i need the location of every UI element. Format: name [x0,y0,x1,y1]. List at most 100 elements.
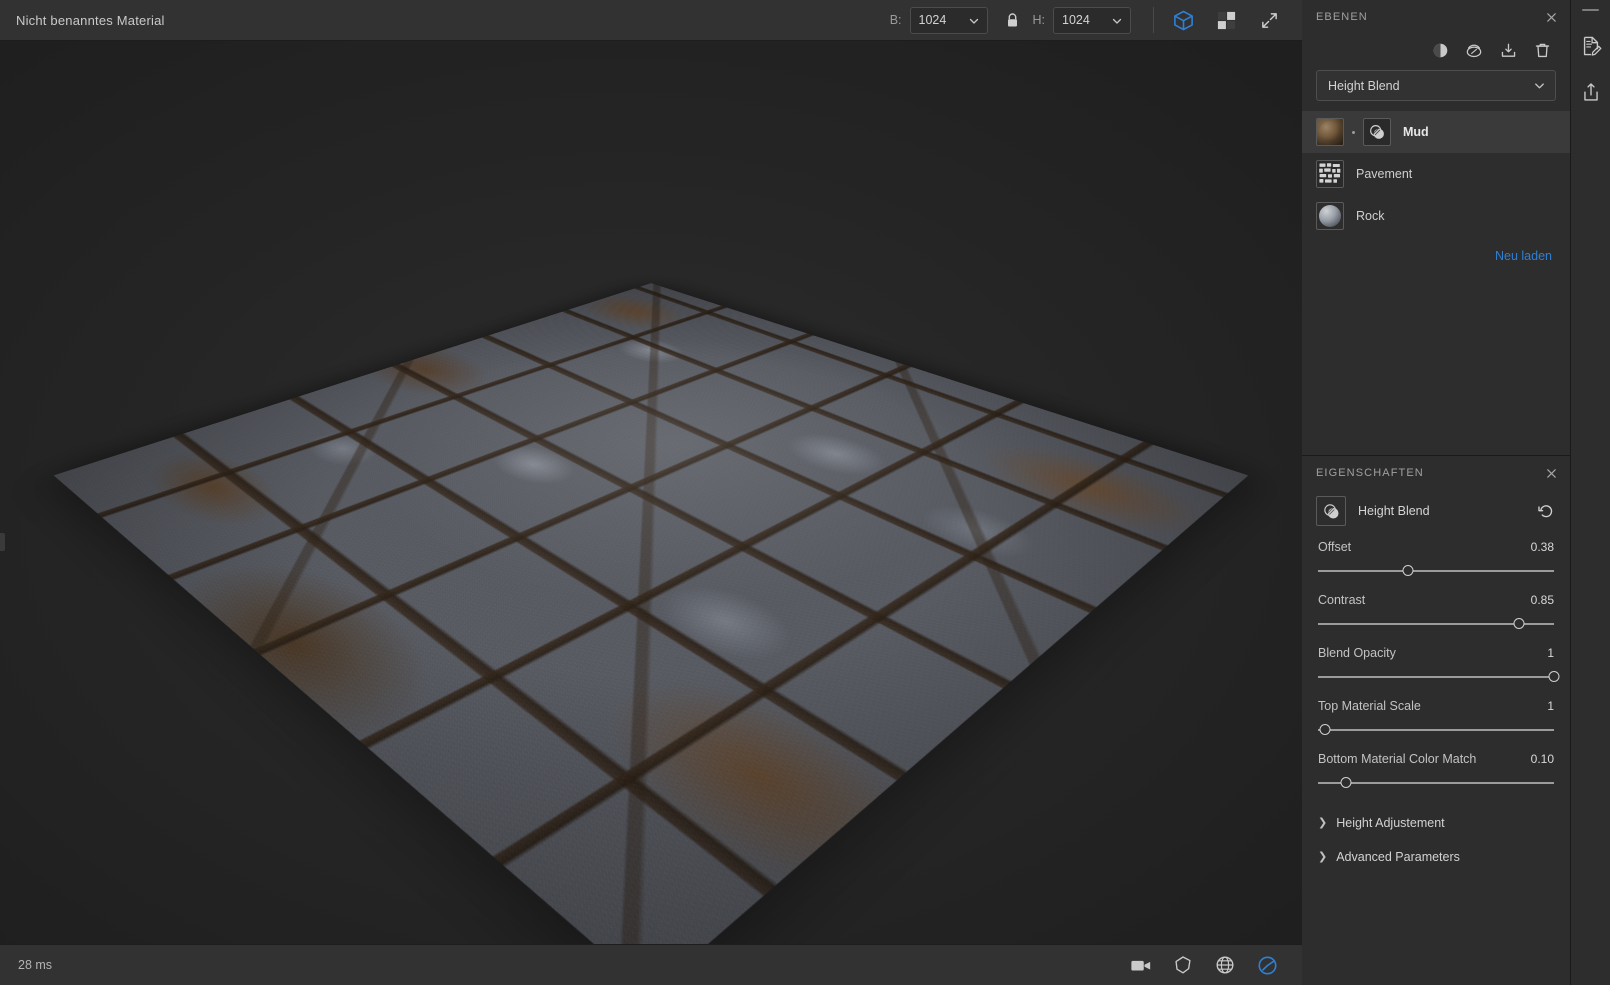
close-icon[interactable] [1542,8,1560,26]
main-area: Nicht benanntes Material B: 1024 H: 1024… [0,0,1302,985]
sphere-preview [1319,121,1341,143]
slider-label: Contrast [1318,593,1366,607]
slider-knob[interactable] [1513,618,1525,629]
adjustment-half-circle-icon[interactable] [1430,40,1450,60]
properties-header-row: Height Blend [1302,490,1570,540]
height-label: H: [1032,13,1046,27]
slider-offset: Offset 0.38 [1302,540,1570,576]
blend-mode-value: Height Blend [1328,78,1400,93]
render-time: 28 ms [18,958,53,972]
slider-label: Offset [1318,540,1352,554]
slider-knob[interactable] [1402,565,1414,576]
height-value: 1024 [1062,13,1090,27]
slider-knob[interactable] [1340,777,1352,788]
slider-value: 1 [1547,646,1554,660]
slider-track[interactable] [1318,671,1560,682]
properties-panel: EIGENSCHAFTEN Height Blend Offset 0.38 C… [1302,456,1570,985]
close-icon[interactable] [1542,464,1560,482]
slider-top-row: Bottom Material Color Match 0.10 [1318,752,1554,766]
list-item[interactable]: Rock [1302,195,1570,237]
slider-blend-opacity: Blend Opacity 1 [1302,646,1570,682]
slider-track-line [1318,676,1554,678]
section-label: Height Adjustement [1336,816,1445,830]
layers-panel-header: EBENEN [1302,0,1570,34]
mesh-shape-icon[interactable] [1168,950,1198,980]
chevron-right-icon: ❯ [1318,850,1328,863]
width-value: 1024 [918,13,947,27]
viewport-3d[interactable] [0,41,1302,944]
slider-track[interactable] [1318,565,1554,576]
slider-value: 1 [1547,699,1554,713]
width-select[interactable]: 1024 [909,6,988,34]
dimensions-group: B: 1024 H: 1024 [890,6,1135,34]
slider-label: Top Material Scale [1318,699,1421,713]
slider-value: 0.85 [1530,593,1554,607]
slider-label: Blend Opacity [1318,646,1396,660]
properties-panel-title: EIGENSCHAFTEN [1316,467,1424,479]
slider-track-line [1318,729,1554,731]
right-panel-column: EBENEN Height Blend Mud Pavement Rock Ne… [1302,0,1570,985]
slider-bottom-material-color-match: Bottom Material Color Match 0.10 [1302,752,1570,788]
slider-knob[interactable] [1548,671,1560,682]
section-height-adjustement[interactable]: ❯ Height Adjustement [1302,807,1570,839]
slider-track-line [1318,570,1554,572]
slider-top-row: Top Material Scale 1 [1318,699,1554,713]
slider-top-row: Blend Opacity 1 [1318,646,1554,660]
properties-effect-name: Height Blend [1358,504,1430,518]
right-rail [1570,0,1610,985]
top-toolbar: Nicht benanntes Material B: 1024 H: 1024 [0,0,1302,41]
document-title: Nicht benanntes Material [16,12,165,28]
drag-grip[interactable] [1582,9,1599,11]
section-advanced-parameters[interactable]: ❯ Advanced Parameters [1302,841,1570,873]
render-mode-icon[interactable] [1252,950,1282,980]
layers-panel: EBENEN Height Blend Mud Pavement Rock Ne… [1302,0,1570,456]
section-label: Advanced Parameters [1336,850,1460,864]
lock-icon[interactable] [1005,12,1020,29]
height-blend-mask-icon[interactable] [1363,118,1391,146]
slider-label: Bottom Material Color Match [1318,752,1477,766]
sphere-preview [1319,205,1341,227]
import-layer-icon[interactable] [1498,40,1518,60]
app-window: Nicht benanntes Material B: 1024 H: 1024… [0,0,1610,985]
slider-track[interactable] [1318,724,1554,735]
rock-sphere-thumb[interactable] [1316,202,1344,230]
chevron-down-icon [1111,15,1122,26]
reload-link[interactable]: Neu laden [1302,237,1570,263]
document-edit-icon[interactable] [1576,31,1606,61]
blend-mode-select[interactable]: Height Blend [1316,70,1556,101]
camera-icon[interactable] [1126,950,1156,980]
chevron-down-icon [968,15,979,26]
status-bar: 28 ms [0,944,1302,985]
environment-globe-icon[interactable] [1210,950,1240,980]
slider-top-row: Offset 0.38 [1318,540,1554,554]
trash-icon[interactable] [1532,40,1552,60]
slider-track[interactable] [1318,777,1554,788]
pavement-tiles-thumb[interactable] [1316,160,1344,188]
slider-contrast: Contrast 0.85 [1302,593,1570,629]
layers-panel-title: EBENEN [1316,11,1368,23]
export-share-icon[interactable] [1576,77,1606,107]
cube-3d-icon[interactable] [1168,5,1198,35]
reset-undo-icon[interactable] [1536,501,1556,521]
chevron-right-icon: ❯ [1318,816,1328,829]
chevron-down-icon [1533,79,1546,92]
slider-track[interactable] [1318,618,1554,629]
list-item[interactable]: Pavement [1302,153,1570,195]
slider-knob[interactable] [1319,724,1331,735]
list-item-label: Pavement [1356,167,1413,181]
height-select[interactable]: 1024 [1053,6,1131,34]
list-item-label: Mud [1403,125,1429,139]
checker-2d-icon[interactable] [1211,5,1241,35]
list-item[interactable]: Mud [1302,111,1570,153]
left-panel-handle[interactable] [0,533,5,551]
expand-arrows-icon[interactable] [1254,5,1284,35]
slider-value: 0.10 [1530,752,1554,766]
blend-layers-icon[interactable] [1464,40,1484,60]
mud-sphere-thumb[interactable] [1316,118,1344,146]
slider-track-line [1318,782,1554,784]
slider-value: 0.38 [1530,540,1554,554]
height-blend-mask-icon [1316,496,1346,526]
layer-link-dot [1352,130,1355,134]
slider-top-row: Contrast 0.85 [1318,593,1554,607]
properties-panel-header: EIGENSCHAFTEN [1302,456,1570,490]
